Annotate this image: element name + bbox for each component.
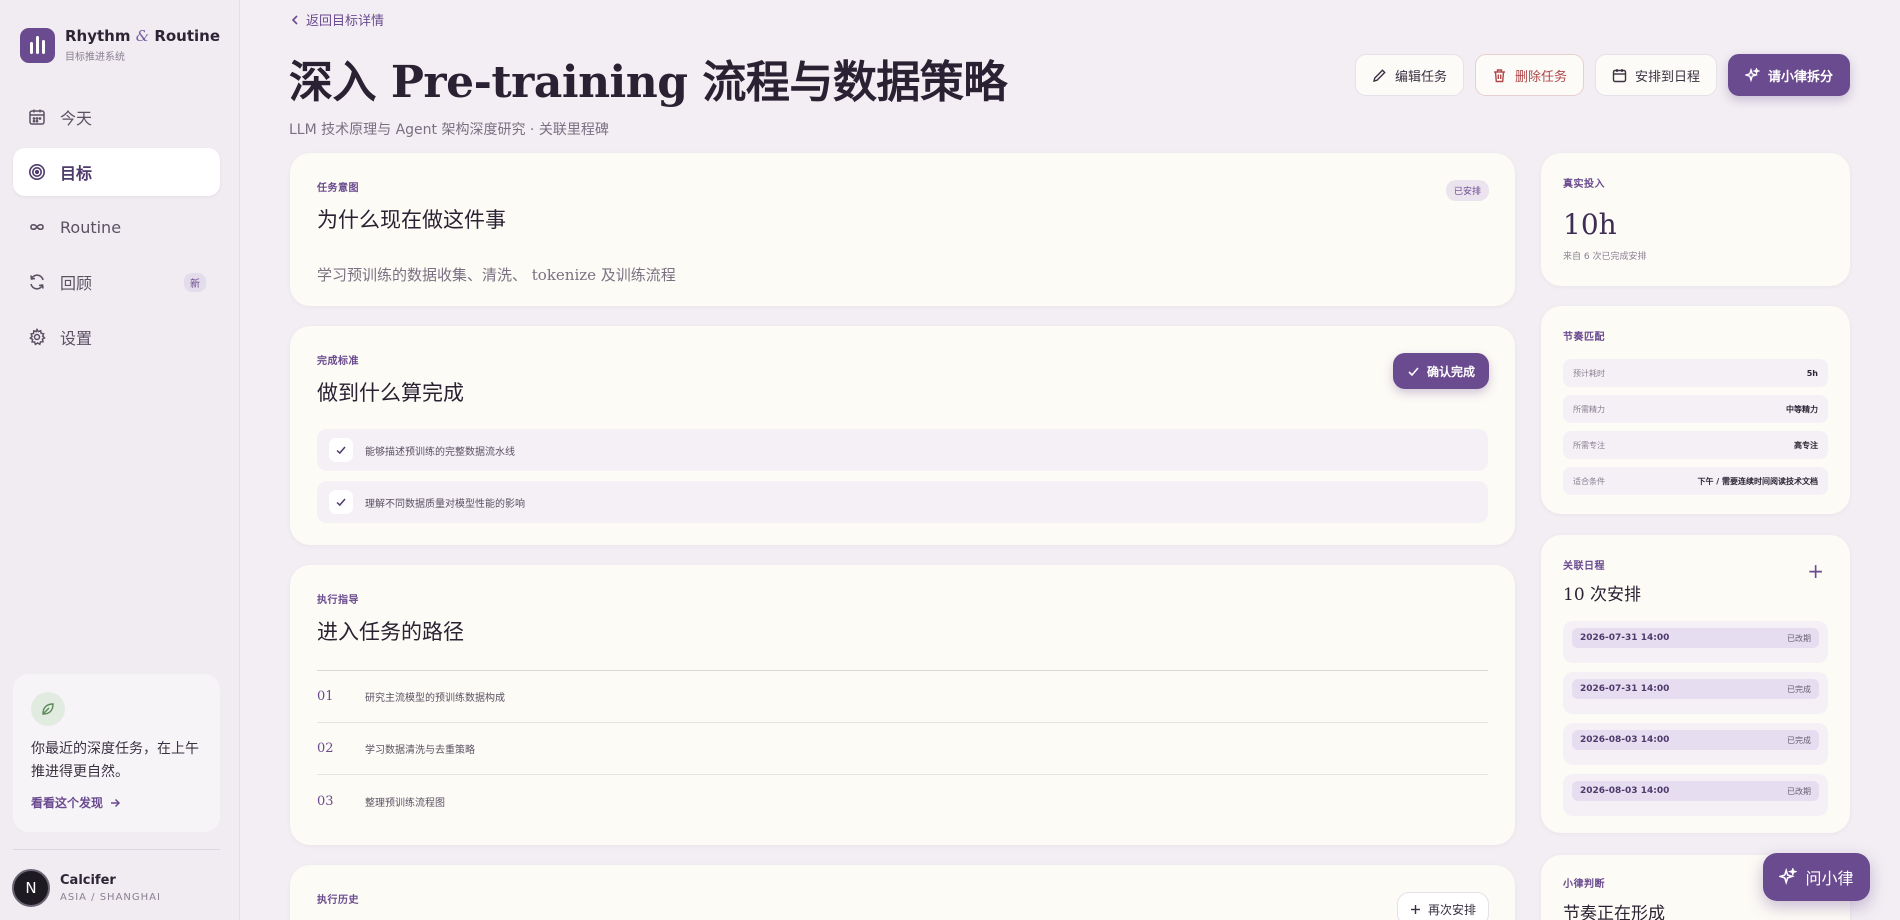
check-icon (329, 490, 353, 514)
refresh-icon (30, 274, 44, 290)
reschedule-button[interactable]: 再次安排 (1396, 892, 1489, 920)
criteria-title: 做到什么算完成 (317, 381, 464, 405)
calendar-icon (29, 109, 45, 125)
user-location: ASIA / SHANGHAI (60, 892, 161, 903)
linked-label: 关联日程 (1563, 561, 1605, 572)
check-icon (1408, 366, 1419, 376)
rhythm-card: 节奏匹配 预计耗时 5h 所需精力 中等精力 所需专注 高专注 适合条件 下午 / 需要… (1541, 306, 1850, 514)
avatar: N (12, 869, 50, 907)
trash-icon (1493, 68, 1505, 82)
investment-card: 真实投入 10h 来自 6 次已完成安排 (1541, 153, 1850, 286)
step-number: 03 (317, 793, 334, 809)
investment-value: 10h (1563, 208, 1617, 241)
schedule-item[interactable]: 2026-07-31 14:00 已改期 (1563, 621, 1828, 663)
ask-split-button[interactable]: 请小律拆分 (1727, 54, 1850, 96)
schedule-item[interactable]: 2026-08-03 14:00 已改期 (1563, 774, 1828, 816)
sidebar: Rhythm & Routine 目标推进系统 今天 目标 Routine 回顾… (0, 0, 240, 920)
scheduled-tag: 已安排 (1445, 180, 1489, 201)
brand-logo-icon (20, 27, 55, 63)
page-title: 深入 Pre-training 流程与数据策略 (289, 57, 1007, 108)
sidebar-item-settings[interactable]: 设置 (13, 313, 220, 361)
schedule-button[interactable]: 安排到日程 (1594, 54, 1717, 96)
judgment-title: 节奏正在形成 (1563, 904, 1665, 920)
sidebar-item-goals[interactable]: 目标 (13, 148, 220, 196)
leaf-icon (31, 692, 65, 726)
step-item: 02 学习数据清洗与去重策略 (317, 723, 1488, 775)
sparkle-icon (1744, 67, 1760, 82)
user-name: Calcifer (60, 873, 116, 888)
investment-label: 真实投入 (1563, 179, 1605, 190)
header-actions: 编辑任务 删除任务 安排到日程 请小律拆分 (1354, 54, 1850, 96)
sparkle-icon (1779, 868, 1798, 885)
target-icon (29, 164, 45, 180)
sidebar-item-label: 目标 (60, 164, 93, 183)
arrow-right-icon (111, 798, 121, 807)
ask-assistant-button[interactable]: 问小律 (1763, 853, 1870, 901)
step-item: 01 研究主流模型的预训练数据构成 (317, 671, 1488, 723)
step-text: 研究主流模型的预训练数据构成 (365, 693, 505, 704)
delete-task-button[interactable]: 删除任务 (1474, 54, 1584, 96)
intent-card: 任务意图 为什么现在做这件事 已安排 学习预训练的数据收集、清洗、 tokeni… (290, 153, 1515, 306)
rhythm-row: 所需专注 高专注 (1563, 431, 1828, 459)
brand[interactable]: Rhythm & Routine 目标推进系统 (20, 27, 220, 63)
criterion-item[interactable]: 能够描述预训练的完整数据流水线 (317, 429, 1488, 471)
insight-text: 你最近的深度任务，在上午推进得更自然。 (31, 741, 199, 780)
step-text: 整理预训练流程图 (365, 797, 445, 809)
rhythm-label: 节奏匹配 (1563, 332, 1605, 343)
intent-label: 任务意图 (317, 183, 359, 194)
criterion-item[interactable]: 理解不同数据质量对模型性能的影响 (317, 481, 1488, 523)
sidebar-item-routine[interactable]: Routine (13, 203, 220, 251)
chevron-left-icon (291, 14, 298, 25)
brand-name: Rhythm & Routine (65, 27, 221, 45)
infinity-icon (30, 223, 44, 231)
page-subtitle: LLM 技术原理与 Agent 架构深度研究 · 关联里程碑 (289, 122, 609, 138)
steps-list: 01 研究主流模型的预训练数据构成 02 学习数据清洗与去重策略 03 整理预训… (317, 670, 1488, 827)
sidebar-divider (13, 849, 220, 850)
rhythm-row: 所需精力 中等精力 (1563, 395, 1828, 423)
linked-title: 10 次安排 (1563, 585, 1642, 605)
sidebar-item-label: 设置 (60, 329, 93, 348)
guide-title: 进入任务的路径 (317, 620, 464, 644)
intent-title: 为什么现在做这件事 (317, 208, 506, 232)
user-profile[interactable]: N Calcifer ASIA / SHANGHAI (12, 869, 161, 907)
sidebar-item-label: 今天 (60, 109, 93, 128)
check-icon (329, 438, 353, 462)
schedule-item[interactable]: 2026-08-03 14:00 已完成 (1563, 723, 1828, 765)
gear-icon (29, 328, 46, 346)
rhythm-row: 预计耗时 5h (1563, 359, 1828, 387)
step-text: 学习数据清洗与去重策略 (365, 745, 475, 756)
linked-schedule-card: 关联日程 10 次安排 + 2026-07-31 14:00 已改期 2026-0… (1541, 535, 1850, 833)
schedule-item[interactable]: 2026-07-31 14:00 已完成 (1563, 672, 1828, 714)
sidebar-item-review[interactable]: 回顾 新 (13, 258, 220, 306)
criteria-list: 能够描述预训练的完整数据流水线 理解不同数据质量对模型性能的影响 (317, 429, 1488, 523)
back-link[interactable]: 返回目标详情 (290, 10, 384, 29)
step-number: 02 (317, 741, 334, 756)
history-card: 执行历史 再次安排 (290, 865, 1515, 920)
insight-link[interactable]: 看看这个发现 (31, 794, 202, 811)
sidebar-nav: 今天 目标 Routine 回顾 新 设置 (13, 93, 220, 368)
sidebar-item-today[interactable]: 今天 (13, 93, 220, 141)
rhythm-row: 适合条件 下午 / 需要连续时间阅读技术文档 (1563, 467, 1828, 495)
add-schedule-icon[interactable]: + (1807, 559, 1824, 583)
history-label: 执行历史 (317, 895, 359, 906)
pencil-icon (1372, 68, 1386, 82)
step-item: 03 整理预训练流程图 (317, 775, 1488, 827)
investment-note: 来自 6 次已完成安排 (1563, 252, 1647, 262)
sidebar-item-label: Routine (60, 217, 122, 237)
criteria-label: 完成标准 (317, 356, 359, 367)
confirm-complete-button[interactable]: 确认完成 (1392, 353, 1489, 389)
new-badge: 新 (184, 273, 206, 292)
intent-body: 学习预训练的数据收集、清洗、 tokenize 及训练流程 (317, 266, 676, 284)
brand-subtitle: 目标推进系统 (65, 52, 125, 63)
edit-task-button[interactable]: 编辑任务 (1354, 54, 1464, 96)
guide-label: 执行指导 (317, 595, 359, 606)
insight-card: 你最近的深度任务，在上午推进得更自然。 看看这个发现 (13, 674, 220, 832)
calendar-icon (1612, 68, 1627, 82)
guide-card: 执行指导 进入任务的路径 01 研究主流模型的预训练数据构成 02 学习数据清洗… (290, 565, 1515, 845)
sidebar-item-label: 回顾 (60, 274, 93, 293)
step-number: 01 (317, 689, 334, 704)
criteria-card: 完成标准 做到什么算完成 确认完成 能够描述预训练的完整数据流水线 理解不同数据… (290, 326, 1515, 545)
plus-icon (1410, 904, 1420, 914)
